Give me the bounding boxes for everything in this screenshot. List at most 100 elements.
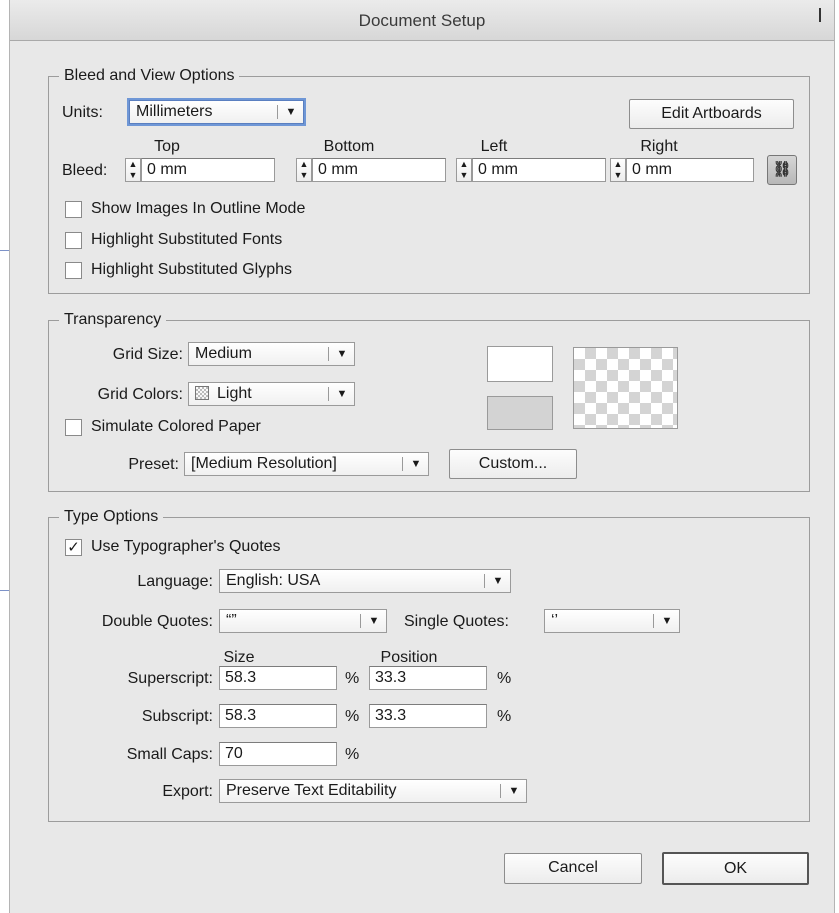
ok-button[interactable]: OK (662, 852, 809, 885)
dropdown-separator (484, 574, 485, 588)
units-label: Units: (62, 104, 103, 121)
language-label: Language: (137, 573, 213, 590)
stepper-up-icon: ▲ (128, 159, 138, 169)
language-dropdown[interactable]: English: USA ▼ (219, 569, 511, 593)
bleed-top-header: Top (154, 138, 180, 155)
stepper-up-icon: ▲ (459, 159, 469, 169)
background-guide-line (0, 250, 9, 251)
bleed-left-field[interactable]: 0 mm (472, 158, 606, 182)
bleed-bottom-header: Bottom (323, 138, 375, 155)
bleed-right-field[interactable]: 0 mm (626, 158, 754, 182)
language-value: English: USA (226, 572, 321, 589)
chevron-down-icon: ▼ (285, 106, 297, 118)
simulate-paper-label: Simulate Colored Paper (91, 418, 261, 435)
grid-size-dropdown[interactable]: Medium ▼ (188, 342, 355, 366)
subscript-label: Subscript: (141, 708, 213, 725)
stepper-down-icon: ▼ (459, 170, 469, 180)
grid-pattern-icon (195, 386, 209, 400)
grid-colors-display: Light (195, 383, 252, 405)
single-quotes-dropdown[interactable]: ‘’ ▼ (544, 609, 680, 633)
double-quotes-label: Double Quotes: (101, 613, 213, 630)
cancel-button[interactable]: Cancel (504, 853, 642, 884)
export-label: Export: (162, 783, 213, 800)
highlight-fonts-label: Highlight Substituted Fonts (91, 231, 283, 248)
bleed-top-stepper[interactable]: ▲ ▼ (125, 158, 141, 182)
single-quotes-value: ‘’ (551, 612, 559, 629)
superscript-size-percent: % (345, 670, 360, 687)
dropdown-separator (653, 614, 654, 628)
subscript-size-field[interactable]: 58.3 (219, 704, 337, 728)
units-dropdown[interactable]: Millimeters ▼ (129, 100, 304, 124)
chevron-down-icon: ▼ (410, 458, 422, 470)
transparency-grid-preview (573, 347, 678, 429)
chevron-down-icon: ▼ (336, 388, 348, 400)
dropdown-separator (500, 784, 501, 798)
type-options-group: Type Options ✓ Use Typographer's Quotes … (48, 507, 810, 822)
bleed-top-field[interactable]: 0 mm (141, 158, 275, 182)
typographers-quotes-checkbox[interactable]: ✓ (65, 539, 82, 556)
preset-dropdown[interactable]: [Medium Resolution] ▼ (184, 452, 429, 476)
highlight-fonts-checkbox[interactable] (65, 232, 82, 249)
grid-colors-label: Grid Colors: (97, 386, 183, 403)
superscript-position-field[interactable]: 33.3 (369, 666, 487, 690)
chevron-down-icon: ▼ (492, 575, 504, 587)
superscript-label: Superscript: (127, 670, 213, 687)
units-value: Millimeters (136, 103, 213, 120)
bleed-view-options-legend: Bleed and View Options (59, 66, 240, 86)
chevron-down-icon: ▼ (661, 615, 673, 627)
export-value: Preserve Text Editability (226, 782, 397, 799)
dialog-title-bar[interactable]: Document Setup (10, 0, 834, 41)
transparency-group: Transparency Grid Size: Medium ▼ Grid Co… (48, 310, 810, 492)
link-bleed-button[interactable]: ⛓ (767, 155, 797, 185)
bleed-left-stepper[interactable]: ▲ ▼ (456, 158, 472, 182)
dialog-title: Document Setup (358, 11, 486, 30)
bleed-label: Bleed: (62, 162, 108, 179)
small-caps-field[interactable]: 70 (219, 742, 337, 766)
chevron-down-icon: ▼ (508, 785, 520, 797)
check-mark-icon: ✓ (67, 539, 80, 556)
subscript-position-field[interactable]: 33.3 (369, 704, 487, 728)
export-dropdown[interactable]: Preserve Text Editability ▼ (219, 779, 527, 803)
highlight-glyphs-label: Highlight Substituted Glyphs (91, 261, 292, 278)
grid-colors-dropdown[interactable]: Light ▼ (188, 382, 355, 406)
type-options-legend: Type Options (59, 507, 164, 527)
stepper-down-icon: ▼ (128, 170, 138, 180)
double-quotes-value: “” (226, 612, 237, 629)
dropdown-separator (402, 457, 403, 471)
bleed-right-header: Right (640, 138, 678, 155)
stepper-up-icon: ▲ (613, 159, 623, 169)
show-images-outline-label: Show Images In Outline Mode (91, 200, 306, 217)
subscript-position-percent: % (497, 708, 512, 725)
chevron-down-icon: ▼ (336, 348, 348, 360)
size-header: Size (223, 649, 255, 666)
paper-color-swatch-bottom[interactable] (487, 396, 553, 430)
bleed-left-header: Left (480, 138, 508, 155)
preset-label: Preset: (128, 456, 179, 473)
bleed-bottom-stepper[interactable]: ▲ ▼ (296, 158, 312, 182)
small-caps-label: Small Caps: (126, 746, 213, 763)
superscript-size-field[interactable]: 58.3 (219, 666, 337, 690)
stepper-up-icon: ▲ (299, 159, 309, 169)
paper-color-swatch-top[interactable] (487, 346, 553, 382)
grid-colors-value: Light (217, 385, 252, 402)
edit-artboards-button[interactable]: Edit Artboards (629, 99, 794, 129)
dropdown-separator (360, 614, 361, 628)
chain-link-icon: ⛓ (772, 161, 792, 178)
bleed-right-stepper[interactable]: ▲ ▼ (610, 158, 626, 182)
dropdown-separator (328, 347, 329, 361)
background-guide-line (0, 590, 9, 591)
grid-size-label: Grid Size: (112, 346, 183, 363)
show-images-outline-checkbox[interactable] (65, 201, 82, 218)
simulate-paper-checkbox[interactable] (65, 419, 82, 436)
chevron-down-icon: ▼ (368, 615, 380, 627)
dropdown-separator (277, 105, 278, 119)
custom-button[interactable]: Custom... (449, 449, 577, 479)
stepper-down-icon: ▼ (299, 170, 309, 180)
highlight-glyphs-checkbox[interactable] (65, 262, 82, 279)
double-quotes-dropdown[interactable]: “” ▼ (219, 609, 387, 633)
single-quotes-label: Single Quotes: (404, 613, 509, 630)
bleed-bottom-field[interactable]: 0 mm (312, 158, 446, 182)
dropdown-separator (328, 387, 329, 401)
position-header: Position (380, 649, 438, 666)
document-setup-dialog: Document Setup Bleed and View Options Un… (9, 0, 835, 913)
